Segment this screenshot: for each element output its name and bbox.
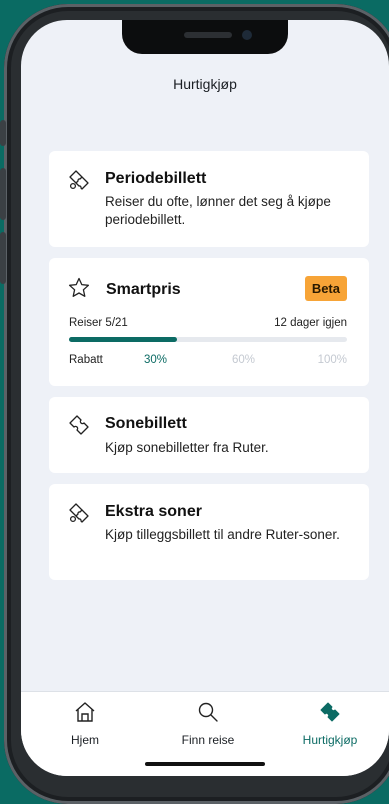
- home-indicator: [145, 762, 265, 766]
- volume-up-button: [0, 168, 6, 220]
- days-left: 12 dager igjen: [274, 317, 347, 329]
- progress-fill: [69, 337, 178, 342]
- card-description: Kjøp tilleggsbillett til andre Ruter-son…: [105, 527, 340, 542]
- page-title: Hurtigkjøp: [173, 76, 237, 92]
- tab-label: Finn reise: [181, 733, 235, 747]
- smartpris-card[interactable]: Smartpris Beta Reiser 5/21 12 dager igje…: [49, 258, 369, 386]
- tab-hjem[interactable]: Hjem: [25, 700, 145, 747]
- discount-step-30: 30%: [144, 354, 168, 366]
- card-description: Kjøp sonebilletter fra Ruter.: [105, 440, 269, 455]
- notch: [122, 20, 288, 54]
- tab-label: Hurtigkjøp: [302, 733, 358, 747]
- mute-switch: [0, 120, 6, 146]
- bottom-tab-bar: Hjem Finn reise Hurtigkjøp: [21, 691, 389, 776]
- progress-track: [69, 337, 347, 342]
- speaker: [184, 32, 232, 38]
- tab-finn-reise[interactable]: Finn reise: [148, 700, 268, 747]
- ekstra-soner-card[interactable]: Ekstra soner Kjøp tilleggsbillett til an…: [49, 484, 369, 580]
- double-ticket-icon: [69, 170, 89, 190]
- front-camera: [242, 30, 252, 40]
- sonebillett-card[interactable]: Sonebillett Kjøp sonebilletter fra Ruter…: [49, 397, 369, 473]
- double-ticket-icon: [69, 503, 89, 523]
- beta-badge: Beta: [304, 276, 347, 301]
- card-title: Smartpris: [106, 281, 181, 298]
- volume-down-button: [0, 232, 6, 284]
- app-screen: Hurtigkjøp Periodebillett Reiser du ofte…: [21, 20, 389, 776]
- discount-step-60: 60%: [232, 354, 256, 366]
- card-title: Ekstra soner: [105, 503, 202, 520]
- card-title: Sonebillett: [105, 415, 187, 432]
- trips-count: Reiser 5/21: [69, 317, 128, 329]
- ticket-icon: [69, 415, 89, 435]
- periodebillett-card[interactable]: Periodebillett Reiser du ofte, lønner de…: [49, 151, 369, 247]
- ticket-filled-icon: [320, 702, 340, 722]
- tab-hurtigkjop[interactable]: Hurtigkjøp: [270, 700, 389, 747]
- card-title: Periodebillett: [105, 170, 207, 187]
- discount-step-100: 100%: [317, 354, 347, 366]
- card-description: Reiser du ofte, lønner det seg å kjøpe p…: [105, 194, 331, 227]
- home-icon: [75, 702, 95, 722]
- tab-label: Hjem: [70, 733, 99, 747]
- search-icon: [198, 702, 218, 722]
- discount-label: Rabatt: [69, 354, 103, 366]
- star-icon: [68, 277, 90, 297]
